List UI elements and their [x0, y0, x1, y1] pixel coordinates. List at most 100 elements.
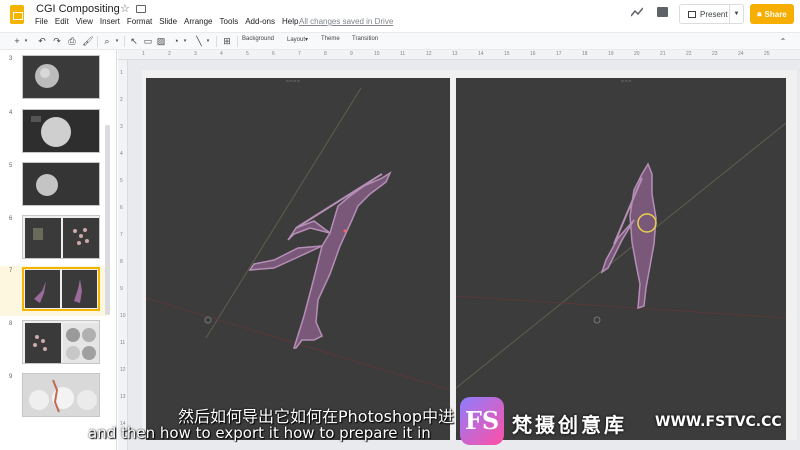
activity-icon[interactable]	[631, 7, 643, 17]
toolbar-divider	[124, 36, 125, 47]
document-title[interactable]: CGI Compositing	[36, 3, 120, 15]
slide-canvas[interactable]: ▭ ▭ ▭ ▭ ▭ ▭ ▭	[128, 60, 800, 450]
toolbar-divider	[237, 36, 238, 47]
slides-app: CGI Compositing ☆ File Edit View Insert …	[0, 0, 800, 450]
ruler-tick-label: 16	[530, 51, 536, 57]
redo-icon[interactable]: ↷	[51, 35, 63, 48]
menu-file[interactable]: File	[35, 17, 48, 26]
save-status[interactable]: All changes saved in Drive	[299, 17, 393, 26]
comment-icon[interactable]	[657, 7, 668, 17]
chevron-down-icon[interactable]: ▼	[729, 5, 743, 23]
transition-button[interactable]: Transition	[352, 36, 378, 42]
menu-help[interactable]: Help	[282, 17, 298, 26]
horizontal-ruler[interactable]: 1 2 3 4 5 6 7 8 9 10 11 12 13 14 15 16 1…	[118, 50, 800, 60]
ruler-tick-label: 4	[220, 51, 223, 57]
present-label: Present	[700, 9, 728, 19]
ruler-tick-label: 3	[194, 51, 197, 57]
share-button[interactable]: 🔒︎ Share	[750, 4, 794, 24]
slide-thumbnail-6[interactable]: 6	[0, 214, 107, 264]
lock-icon: 🔒︎	[757, 9, 762, 18]
layout-button[interactable]: Layout▾	[287, 36, 308, 43]
ruler-tick-label: 5	[246, 51, 249, 57]
slide-number: 9	[9, 374, 13, 380]
comment-add-icon[interactable]: ⊞	[221, 35, 233, 48]
ruler-tick-label: 18	[582, 51, 588, 57]
slide-number: 3	[9, 56, 13, 62]
slide-filmstrip: 3 4 5 6 7 8 9	[0, 50, 117, 450]
menu-slide[interactable]: Slide	[159, 17, 177, 26]
slides-logo-icon[interactable]	[10, 5, 24, 24]
theme-button[interactable]: Theme	[321, 36, 340, 42]
ruler-tick-label: 23	[712, 51, 718, 57]
slide-number: 7	[9, 268, 13, 274]
present-button[interactable]: Present ▼	[679, 4, 744, 24]
menu-edit[interactable]: Edit	[55, 17, 69, 26]
ruler-tick-label: 17	[556, 51, 562, 57]
ruler-tick-label: 11	[120, 340, 126, 346]
slide-preview	[22, 373, 100, 417]
slide-thumbnail-5[interactable]: 5	[0, 161, 107, 211]
menu-addons[interactable]: Add-ons	[245, 17, 275, 26]
background-button[interactable]: Background	[242, 36, 274, 42]
chevron-down-icon[interactable]: ▾	[181, 35, 189, 48]
chevron-down-icon[interactable]: ▾	[113, 35, 121, 48]
slide-thumbnail-3[interactable]: 3	[0, 54, 107, 104]
menu-arrange[interactable]: Arrange	[184, 17, 212, 26]
ruler-tick-label: 19	[608, 51, 614, 57]
textbox-icon[interactable]: ▭	[142, 35, 154, 48]
current-slide[interactable]: ▭ ▭ ▭ ▭ ▭ ▭ ▭	[142, 70, 797, 440]
title-bar: CGI Compositing ☆ File Edit View Insert …	[0, 0, 800, 30]
ruler-tick-label: 10	[120, 313, 126, 319]
slide-thumbnail-4[interactable]: 4	[0, 108, 107, 158]
ruler-tick-label: 1	[120, 70, 123, 76]
ruler-tick-label: 21	[660, 51, 666, 57]
toolbar: + ▾ ↶ ↷ ⎙ 🖌︎ ⌕ ▾ ↖ ▭ ▨ ◔ ▾ ╲ ▾ ⊞ Backgro…	[0, 32, 800, 50]
subtitle-english: and then how to export it how to prepare…	[88, 424, 431, 442]
slide-preview	[22, 320, 100, 364]
print-icon[interactable]: ⎙	[66, 35, 78, 48]
ruler-tick-label: 6	[120, 205, 123, 211]
slide-number: 5	[9, 163, 13, 169]
chevron-down-icon[interactable]: ▾	[22, 35, 30, 48]
viewport-image-right[interactable]: ▭ ▭ ▭	[456, 78, 786, 440]
slide-thumbnail-7[interactable]: 7	[0, 266, 107, 316]
slide-thumbnail-9[interactable]: 9	[0, 372, 107, 422]
viewport-menu: ▭ ▭ ▭ ▭	[286, 79, 300, 83]
star-icon[interactable]: ☆	[120, 2, 130, 15]
vertical-ruler[interactable]: 1 2 3 4 5 6 7 8 9 10 11 12 13 14	[118, 60, 128, 450]
layout-label: Layout	[287, 37, 306, 43]
folder-icon[interactable]	[136, 5, 146, 13]
chevron-down-icon: ▾	[305, 37, 309, 43]
ruler-tick-label: 2	[168, 51, 171, 57]
ruler-tick-label: 9	[350, 51, 353, 57]
share-label: Share	[764, 9, 787, 19]
ruler-tick-label: 15	[504, 51, 510, 57]
undo-icon[interactable]: ↶	[36, 35, 48, 48]
ruler-tick-label: 12	[426, 51, 432, 57]
filmstrip-scrollbar[interactable]	[105, 125, 110, 315]
viewport-menu: ▭ ▭ ▭	[621, 79, 632, 83]
ruler-tick-label: 20	[634, 51, 640, 57]
ruler-tick-label: 1	[142, 51, 145, 57]
ruler-tick-label: 9	[120, 286, 123, 292]
slide-number: 6	[9, 216, 13, 222]
ruler-tick-label: 4	[120, 151, 123, 157]
menu-format[interactable]: Format	[127, 17, 152, 26]
ruler-tick-label: 6	[272, 51, 275, 57]
paint-format-icon[interactable]: 🖌︎	[82, 35, 94, 48]
image-icon[interactable]: ▨	[155, 35, 167, 48]
menu-view[interactable]: View	[76, 17, 93, 26]
menu-tools[interactable]: Tools	[220, 17, 239, 26]
toolbar-divider	[216, 36, 217, 47]
chevron-up-icon[interactable]: ⌃	[776, 35, 790, 48]
slide-preview	[22, 162, 100, 206]
viewport-image-left[interactable]: ▭ ▭ ▭ ▭	[146, 78, 450, 440]
zoom-icon[interactable]: ⌕	[101, 35, 113, 48]
slide-thumbnail-8[interactable]: 8	[0, 319, 107, 369]
ruler-tick-label: 22	[686, 51, 692, 57]
menu-insert[interactable]: Insert	[100, 17, 120, 26]
select-icon[interactable]: ↖	[128, 35, 140, 48]
ruler-tick-label: 7	[120, 232, 123, 238]
watermark-url: WWW.FSTVC.CC	[655, 414, 782, 430]
chevron-down-icon[interactable]: ▾	[204, 35, 212, 48]
